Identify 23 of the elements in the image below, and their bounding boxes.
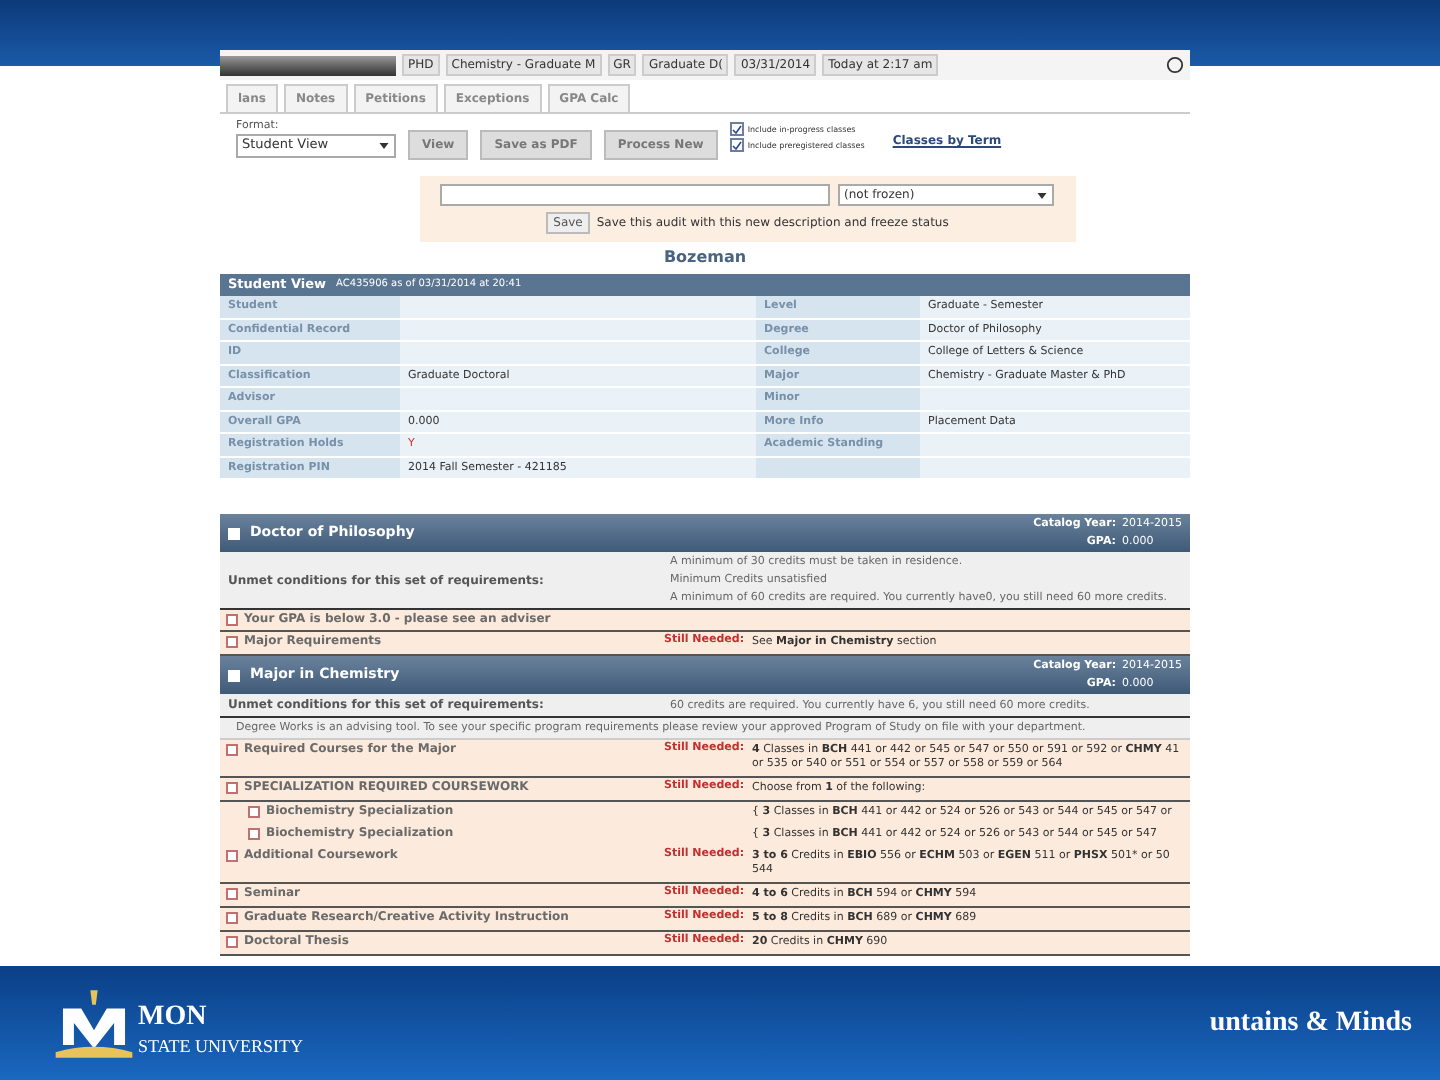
help-icon[interactable]: [1166, 56, 1184, 74]
checkbox[interactable]: [226, 636, 238, 648]
checkbox-icon: [228, 669, 240, 681]
checkbox[interactable]: [226, 850, 238, 863]
tagline: untains & Minds: [1209, 1006, 1412, 1042]
checkbox[interactable]: [226, 888, 238, 901]
dropdown-icon: [378, 140, 390, 153]
logo-text: MON: [138, 1003, 207, 1031]
checkbox[interactable]: [248, 806, 260, 819]
checkbox[interactable]: [226, 912, 238, 925]
description-field[interactable]: [440, 184, 830, 206]
logo-subtext: STATE UNIVERSITY: [138, 1037, 304, 1055]
checkbox[interactable]: [248, 828, 260, 841]
checkbox[interactable]: [729, 138, 744, 152]
dropdown-icon: [1036, 189, 1048, 201]
checkbox[interactable]: [226, 614, 238, 626]
checkbox[interactable]: [226, 744, 238, 757]
campus-title: Bozeman: [663, 246, 747, 270]
checkbox[interactable]: [226, 936, 238, 949]
checkbox[interactable]: [729, 122, 744, 136]
checkbox[interactable]: [226, 782, 238, 795]
checkbox-icon: [228, 527, 240, 539]
logo-icon: [52, 986, 136, 1060]
